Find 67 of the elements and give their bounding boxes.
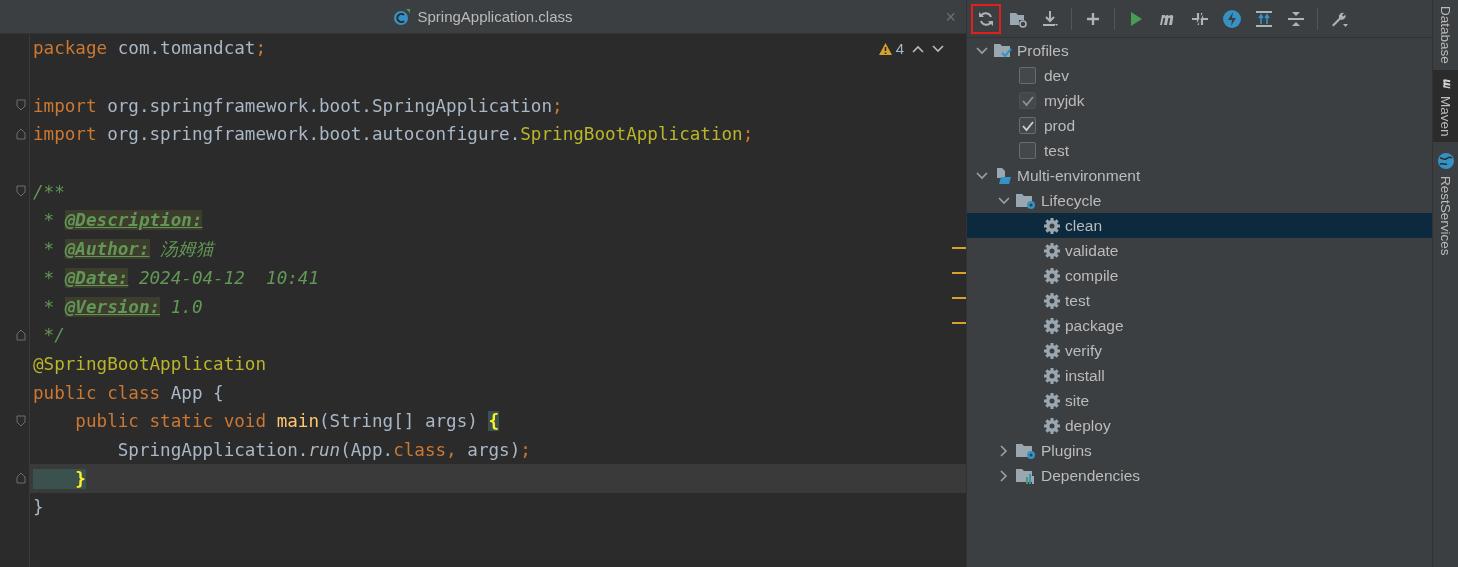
code-line: public class App {: [33, 382, 224, 403]
tree-item[interactable]: Dependencies: [967, 463, 1432, 488]
gear-icon: [1043, 216, 1061, 235]
code-line: * @Author: 汤姆猫: [42, 238, 215, 262]
code-line: * @Date: 2024-04-12 10:41: [42, 267, 319, 288]
code-line: import org.springframework.boot.SpringApplication;: [33, 95, 563, 116]
code-line: */: [42, 325, 65, 346]
globe-icon: [1436, 152, 1455, 171]
fold-marker-icon[interactable]: [16, 328, 26, 341]
gear-icon: [1043, 341, 1061, 360]
fold-marker-icon[interactable]: [16, 99, 26, 112]
fold-marker-icon[interactable]: [16, 472, 26, 485]
gear-icon: [1043, 391, 1061, 410]
side-tab[interactable]: Maven: [1433, 69, 1458, 143]
gear-icon: [1043, 266, 1061, 285]
tree-item[interactable]: dev: [967, 63, 1432, 88]
folder-chart-icon: [1015, 466, 1037, 485]
tree-item[interactable]: Plugins: [967, 438, 1432, 463]
code-line: public static void main(String[] args) {: [74, 411, 500, 432]
tree-item[interactable]: clean: [967, 213, 1432, 238]
tree-item[interactable]: package: [967, 313, 1432, 338]
tree-item[interactable]: Lifecycle: [967, 188, 1432, 213]
tree-item[interactable]: Multi-environment: [967, 163, 1432, 188]
warning-icon: [877, 41, 893, 56]
code-line: @SpringBootApplication: [33, 353, 267, 374]
chevron-up-icon[interactable]: [912, 43, 924, 54]
tree-item[interactable]: test: [967, 138, 1432, 163]
tree-item[interactable]: prod: [967, 113, 1432, 138]
side-tab[interactable]: Database: [1433, 0, 1458, 70]
lightning-icon: [1222, 8, 1242, 29]
folder-gear-icon: [1015, 441, 1037, 460]
tree-item[interactable]: test: [967, 288, 1432, 313]
code-line: SpringApplication.run(App.class, args);: [116, 439, 531, 460]
arrows-up-icon: [1254, 8, 1274, 29]
gear-icon: [1043, 416, 1061, 435]
code-line: * @Version: 1.0: [42, 296, 203, 317]
tree-item[interactable]: install: [967, 363, 1432, 388]
gear-icon: [1043, 366, 1061, 385]
inspection-count[interactable]: 4: [877, 40, 904, 57]
checkbox[interactable]: [1019, 142, 1036, 159]
tree-item[interactable]: Profiles: [967, 38, 1432, 63]
gear-icon: [1043, 291, 1061, 310]
code-line: package com.tomandcat;: [33, 38, 267, 59]
code-line: import org.springframework.boot.autoconfigure.SpringBootApplication;: [33, 124, 754, 145]
code-line: * @Description:: [42, 210, 203, 231]
fold-marker-icon[interactable]: [16, 414, 26, 427]
checkbox[interactable]: [1019, 67, 1036, 84]
checkbox[interactable]: [1019, 117, 1036, 134]
class-file-icon: [393, 7, 412, 26]
gear-icon: [1043, 316, 1061, 335]
tree-item[interactable]: validate: [967, 238, 1432, 263]
download-icon: [1040, 8, 1060, 29]
editor-tab[interactable]: SpringApplication.class: [393, 7, 573, 26]
folder-gear-icon: [1015, 191, 1037, 210]
tree-item[interactable]: deploy: [967, 413, 1432, 438]
chevron-down-icon[interactable]: [932, 43, 944, 54]
folder-check-icon: [993, 41, 1013, 60]
fold-marker-icon[interactable]: [16, 128, 26, 141]
gear-icon: [1043, 241, 1061, 260]
code-line: /**: [33, 181, 65, 202]
tree-item[interactable]: verify: [967, 338, 1432, 363]
code-line: }: [33, 497, 44, 518]
side-tab[interactable]: RestServices: [1433, 146, 1458, 262]
tree-item[interactable]: site: [967, 388, 1432, 413]
toolbar-button[interactable]: [971, 3, 1001, 34]
tree-item[interactable]: compile: [967, 263, 1432, 288]
fold-marker-icon[interactable]: [16, 185, 26, 198]
